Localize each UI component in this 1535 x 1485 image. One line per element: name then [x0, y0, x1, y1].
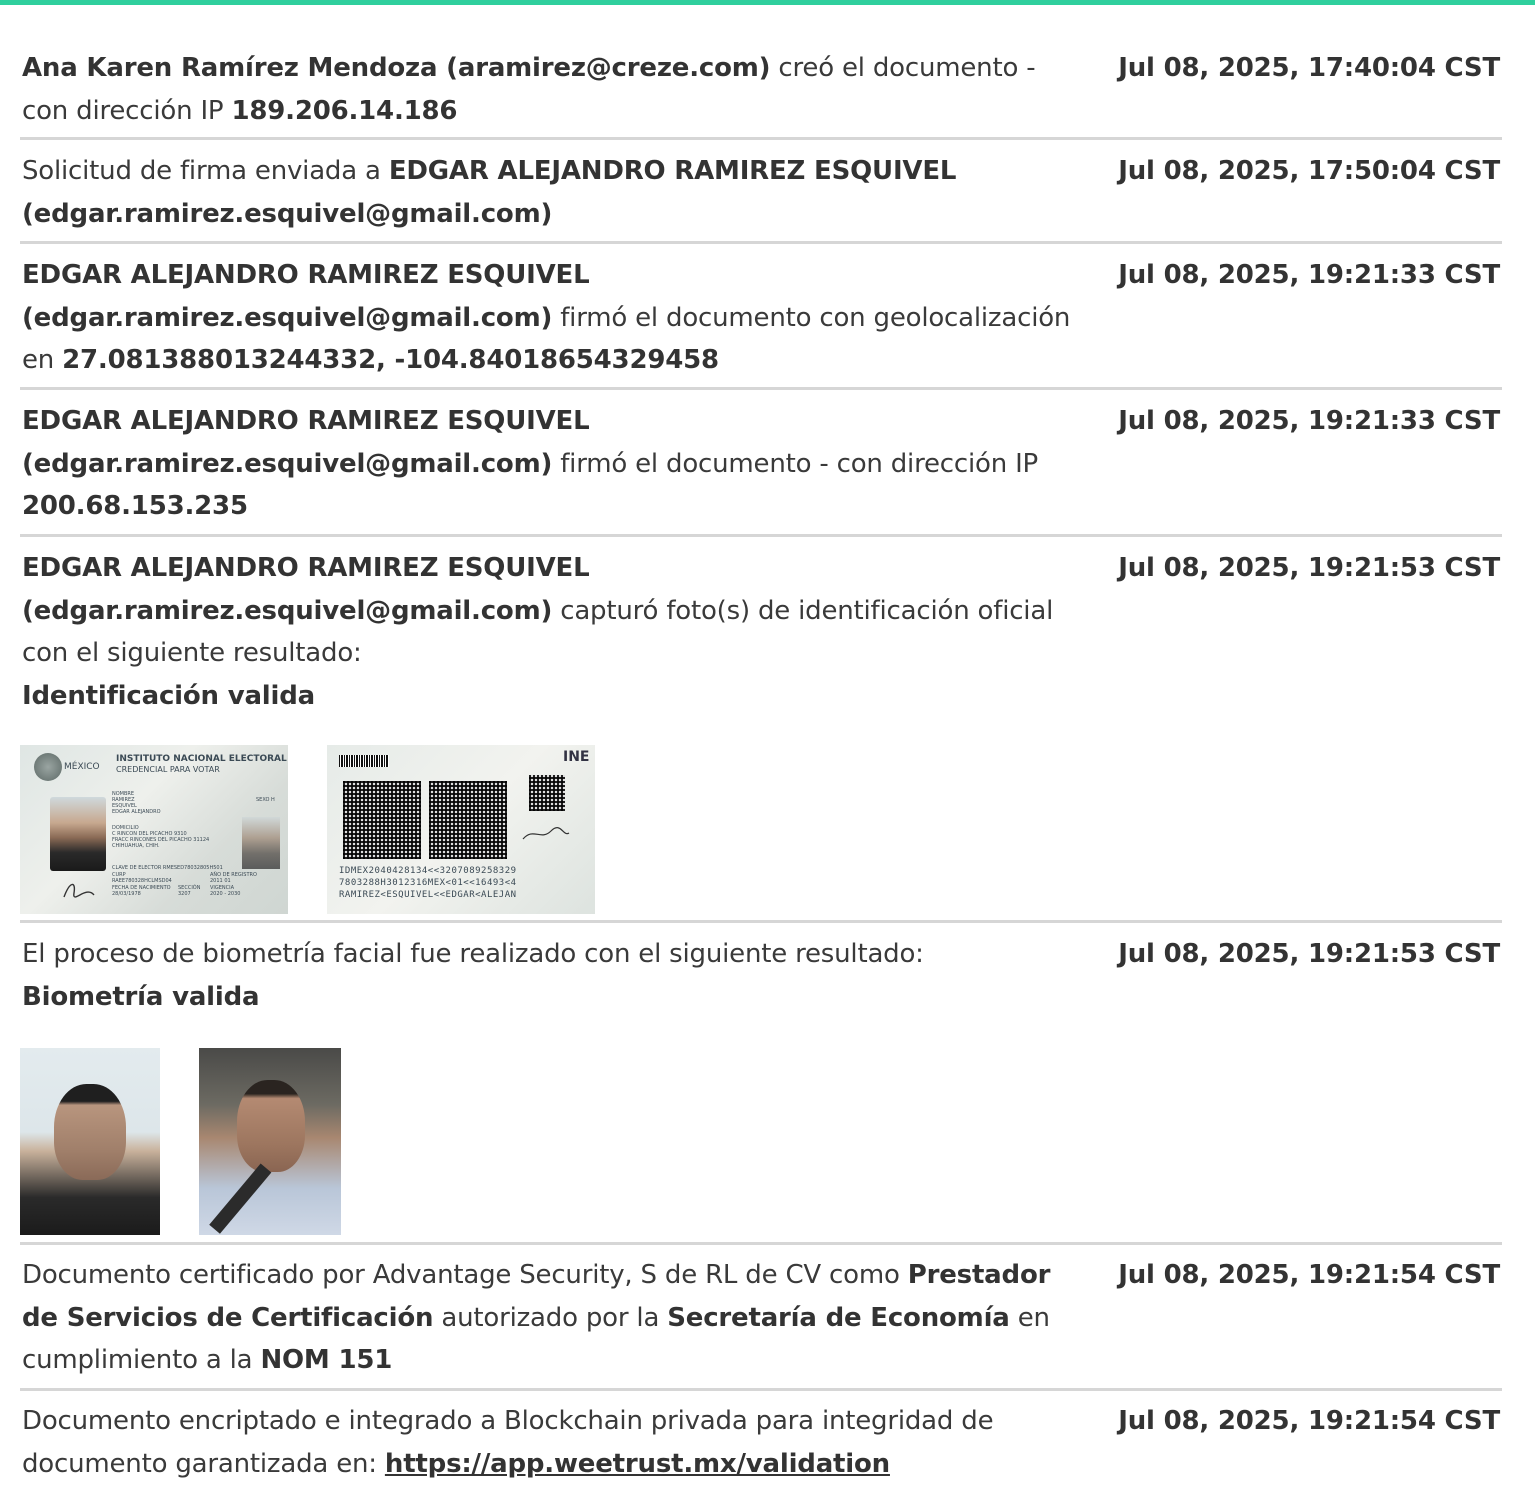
entry-description: Documento certificado por Advantage Secu…	[22, 1254, 1082, 1382]
id-card-back-image: INE IDMEX2040428134<<3207089258329 78032…	[327, 745, 595, 914]
top-accent-bar	[0, 0, 1535, 5]
entry-description: EDGAR ALEJANDRO RAMIREZ ESQUIVEL (edgar.r…	[22, 254, 1082, 382]
id-face-photo	[20, 1048, 160, 1235]
entry-emphasis: 189.206.14.186	[231, 95, 458, 126]
ine-logo: INE	[563, 749, 590, 765]
entry-timestamp: Jul 08, 2025, 19:21:54 CST	[1118, 1260, 1500, 1290]
id-mrz-line: RAMIREZ<ESQUIVEL<<EDGAR<ALEJAN	[339, 890, 517, 900]
row-divider	[20, 920, 1502, 923]
entry-timestamp: Jul 08, 2025, 19:21:33 CST	[1118, 406, 1500, 436]
row-divider	[20, 241, 1502, 244]
row-divider	[20, 387, 1502, 390]
barcode	[339, 755, 389, 767]
entry-emphasis: Secretaría de Economía	[667, 1302, 1010, 1333]
face-shape	[54, 1084, 126, 1180]
entry-description: El proceso de biometría facial fue reali…	[22, 933, 1082, 1018]
id-registration-year: 2011 01	[210, 878, 231, 884]
entry-timestamp: Jul 08, 2025, 17:50:04 CST	[1118, 156, 1500, 186]
face-shape	[237, 1080, 305, 1172]
entry-description: EDGAR ALEJANDRO RAMIREZ ESQUIVEL (edgar.r…	[22, 400, 1082, 528]
validation-link[interactable]: https://app.weetrust.mx/validation	[385, 1449, 890, 1479]
entry-description: Solicitud de firma enviada a EDGAR ALEJA…	[22, 150, 1082, 235]
entry-emphasis: (edgar.ramirez.esquivel@gmail.com)	[22, 448, 553, 479]
selfie-photo	[199, 1048, 341, 1235]
row-divider	[20, 534, 1502, 537]
entry-emphasis: EDGAR ALEJANDRO RAMIREZ ESQUIVEL	[22, 553, 590, 583]
entry-description: EDGAR ALEJANDRO RAMIREZ ESQUIVEL (edgar.r…	[22, 547, 1082, 717]
seatbelt	[209, 1163, 272, 1234]
id-card-front-image: MÉXICO INSTITUTO NACIONAL ELECTORAL CRED…	[20, 745, 288, 914]
entry-emphasis: (edgar.ramirez.esquivel@gmail.com)	[22, 595, 553, 626]
entry-text: El proceso de biometría facial fue reali…	[22, 939, 924, 969]
id-address-line: CHIHUAHUA, CHIH.	[112, 843, 160, 849]
id-validity: 2020 - 2030	[210, 891, 241, 897]
id-country: MÉXICO	[64, 762, 100, 772]
signature-icon	[522, 827, 570, 840]
entry-emphasis: 200.68.153.235	[22, 491, 248, 521]
id-photo-ghost	[242, 817, 280, 869]
entry-description: Documento encriptado e integrado a Block…	[22, 1400, 1082, 1485]
id-elector-key: CLAVE DE ELECTOR RMESED78032805H501	[112, 865, 223, 871]
id-sex: SEXO H	[256, 797, 275, 803]
mexico-seal-icon	[34, 753, 62, 781]
entry-timestamp: Jul 08, 2025, 19:21:33 CST	[1118, 260, 1500, 290]
entry-emphasis: EDGAR ALEJANDRO RAMIREZ ESQUIVEL	[22, 406, 590, 436]
entry-timestamp: Jul 08, 2025, 19:21:53 CST	[1118, 939, 1500, 969]
qr-code-left	[343, 781, 421, 859]
entry-timestamp: Jul 08, 2025, 19:21:54 CST	[1118, 1406, 1500, 1436]
entry-emphasis: NOM 151	[260, 1345, 393, 1375]
entry-emphasis: Biometría valida	[22, 981, 260, 1012]
id-birth-date: 28/03/1978	[112, 891, 141, 897]
entry-text: Documento certificado por Advantage Secu…	[22, 1260, 908, 1290]
id-photo-main	[50, 797, 106, 871]
row-divider	[20, 1388, 1502, 1391]
id-mrz-line: 7803288H3012316MEX<01<<16493<4	[339, 878, 517, 888]
entry-emphasis: 27.081388013244332, -104.84018654329458	[62, 345, 719, 375]
signature-icon	[63, 883, 95, 898]
entry-timestamp: Jul 08, 2025, 17:40:04 CST	[1118, 53, 1500, 83]
id-institute: INSTITUTO NACIONAL ELECTORAL	[116, 754, 287, 764]
entry-emphasis: (edgar.ramirez.esquivel@gmail.com)	[22, 302, 553, 333]
row-divider	[20, 137, 1502, 140]
entry-timestamp: Jul 08, 2025, 19:21:53 CST	[1118, 553, 1500, 583]
entry-emphasis: EDGAR ALEJANDRO RAMIREZ ESQUIVEL	[22, 260, 590, 290]
qr-code-small	[529, 775, 565, 811]
id-section: 3207	[178, 891, 191, 897]
row-divider	[20, 1242, 1502, 1245]
entry-text: firmó el documento - con dirección IP	[552, 448, 1039, 479]
entry-emphasis: Identificación valida	[22, 680, 315, 711]
id-credential-type: CREDENCIAL PARA VOTAR	[116, 765, 220, 774]
entry-text: Solicitud de firma enviada a	[22, 156, 389, 186]
qr-code-middle	[429, 781, 507, 859]
id-mrz-line: IDMEX2040428134<<3207089258329	[339, 866, 517, 876]
id-name-line: EDGAR ALEJANDRO	[112, 809, 161, 815]
entry-text: autorizado por la	[433, 1302, 668, 1333]
entry-description: Ana Karen Ramírez Mendoza (aramirez@crez…	[22, 47, 1082, 132]
entry-emphasis: Ana Karen Ramírez Mendoza (aramirez@crez…	[22, 53, 771, 83]
id-curp: RAEE780328HCLMSD04	[112, 878, 172, 884]
